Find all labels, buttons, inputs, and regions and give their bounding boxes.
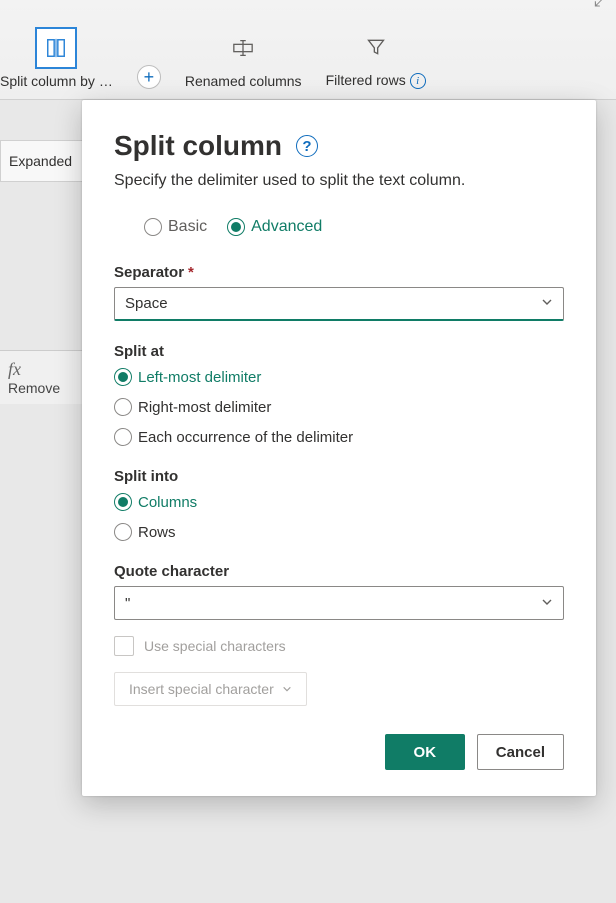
radio-columns[interactable]: Columns (114, 493, 564, 511)
radio-left-most[interactable]: Left-most delimiter (114, 368, 564, 386)
fx-icon: fx (8, 359, 21, 379)
insert-special-char-button: Insert special character (114, 672, 307, 706)
info-icon[interactable]: i (410, 73, 426, 89)
dialog-subtitle: Specify the delimiter used to split the … (114, 172, 564, 190)
separator-section: Separator* Space (114, 264, 564, 321)
radio-icon (114, 493, 132, 511)
radio-icon (114, 523, 132, 541)
dialog-button-row: OK Cancel (114, 734, 564, 770)
help-icon[interactable]: ? (296, 135, 318, 157)
add-step-button[interactable]: + (137, 65, 161, 89)
radio-icon (114, 428, 132, 446)
quote-value: " (125, 595, 130, 612)
split-at-label: Split at (114, 343, 564, 360)
quote-label: Quote character (114, 563, 564, 580)
quote-select[interactable]: " (114, 586, 564, 620)
rename-icon (224, 29, 262, 67)
split-column-icon (37, 29, 75, 67)
filter-icon (357, 28, 395, 66)
split-at-section: Split at Left-most delimiter Right-most … (114, 343, 564, 446)
separator-value: Space (125, 295, 168, 312)
cancel-button[interactable]: Cancel (477, 734, 564, 770)
chevron-down-icon (282, 681, 292, 697)
quote-section: Quote character " Use special characters… (114, 563, 564, 706)
radio-advanced[interactable]: Advanced (227, 218, 322, 236)
step-renamed-columns[interactable]: Renamed columns (185, 29, 302, 89)
chevron-down-icon (541, 296, 553, 311)
toolbar-overflow-icons: ⤢ ⋮ (594, 0, 616, 11)
dialog-title: Split column (114, 130, 282, 162)
radio-basic[interactable]: Basic (144, 218, 207, 236)
radio-icon (114, 368, 132, 386)
split-into-label: Split into (114, 468, 564, 485)
step-filtered-rows[interactable]: Filtered rowsi (326, 28, 426, 89)
radio-each-occurrence[interactable]: Each occurrence of the delimiter (114, 428, 564, 446)
radio-rows[interactable]: Rows (114, 523, 564, 541)
step-label: Renamed columns (185, 73, 302, 89)
separator-select[interactable]: Space (114, 287, 564, 321)
separator-label: Separator* (114, 264, 564, 281)
radio-icon (144, 218, 162, 236)
step-label: Split column by … (0, 73, 113, 89)
step-label: Filtered rowsi (326, 72, 426, 89)
ok-button[interactable]: OK (385, 734, 465, 770)
checkbox-label: Use special characters (144, 638, 286, 654)
radio-icon (227, 218, 245, 236)
use-special-chars-checkbox[interactable]: Use special characters (114, 636, 564, 656)
split-column-dialog: Split column ? Specify the delimiter use… (82, 100, 596, 796)
step-split-column[interactable]: Split column by … (0, 29, 113, 89)
split-into-section: Split into Columns Rows (114, 468, 564, 541)
checkbox-box-icon (114, 636, 134, 656)
mode-radio-group: Basic Advanced (144, 218, 564, 236)
radio-right-most[interactable]: Right-most delimiter (114, 398, 564, 416)
applied-steps-bar: ⤢ ⋮ Split column by … + Renamed columns … (0, 0, 616, 100)
chevron-down-icon (541, 596, 553, 611)
radio-icon (114, 398, 132, 416)
